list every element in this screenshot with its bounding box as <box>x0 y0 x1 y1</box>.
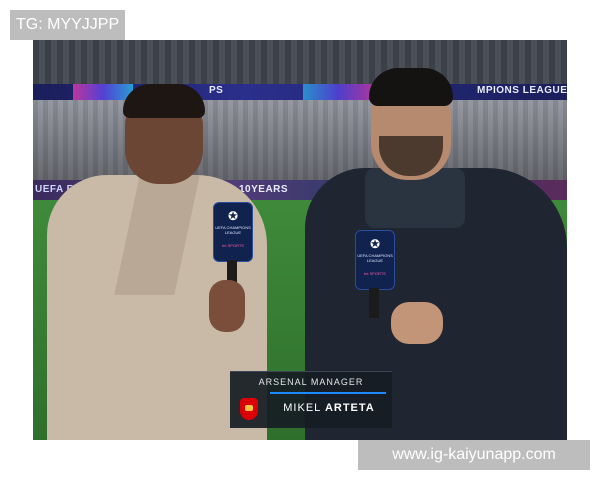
ucl-star-icon: ✪ <box>227 209 239 223</box>
microphone-right: ✪ UEFA CHAMPIONS LEAGUE tnt SPORTS <box>355 230 395 290</box>
microphone-right-handle <box>369 288 379 318</box>
watermark-bottom: www.ig-kaiyunapp.com <box>358 440 590 470</box>
broadcast-frame: PS MPIONS LEAGUE UEFA FOUNDA 10YEARS ✪ U… <box>33 40 567 440</box>
led-board-left-text: PS <box>209 85 224 96</box>
caption-divider <box>270 392 386 394</box>
upper-stands <box>33 40 567 88</box>
manager-hand <box>391 302 443 344</box>
caption-first-name: MIKEL <box>283 402 325 414</box>
mic-sponsor: tnt SPORTS <box>222 243 244 248</box>
led-board-right-text: MPIONS LEAGUE <box>477 85 567 96</box>
led-board: PS MPIONS LEAGUE <box>33 84 567 100</box>
ucl-star-icon: ✪ <box>369 237 381 251</box>
mic-sponsor: tnt SPORTS <box>364 271 386 276</box>
caption-last-name: ARTETA <box>324 402 375 414</box>
lower-third-caption: ARSENAL MANAGER MIKEL ARTETA <box>230 371 392 428</box>
arsenal-crest-icon <box>240 398 258 420</box>
manager-hair <box>369 68 453 106</box>
caption-name: MIKEL ARTETA <box>266 402 392 414</box>
caption-role: ARSENAL MANAGER <box>258 377 364 387</box>
presenter-hand <box>209 280 245 332</box>
microphone-left: ✪ UEFA CHAMPIONS LEAGUE tnt SPORTS <box>213 202 253 262</box>
ad-board-center-text: 10YEARS <box>239 184 289 195</box>
presenter-hair <box>123 84 205 118</box>
mic-label: UEFA CHAMPIONS LEAGUE <box>215 225 251 235</box>
mic-label: UEFA CHAMPIONS LEAGUE <box>357 253 393 263</box>
watermark-top: TG: MYYJJPP <box>10 10 126 40</box>
